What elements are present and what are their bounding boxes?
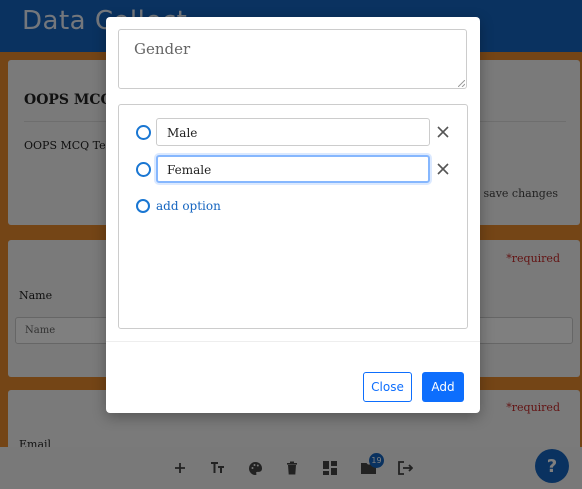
add-option-label: add option bbox=[156, 199, 221, 213]
radio-icon bbox=[136, 125, 151, 140]
option-row: Male bbox=[119, 118, 469, 147]
radio-icon bbox=[136, 199, 150, 213]
options-panel: Male Female add option bbox=[118, 104, 468, 329]
divider bbox=[106, 341, 480, 342]
resize-grip-icon[interactable] bbox=[458, 80, 465, 87]
remove-option-icon[interactable] bbox=[435, 124, 451, 140]
add-button[interactable]: Add bbox=[422, 372, 464, 402]
option-row: Female bbox=[119, 155, 469, 184]
close-button[interactable]: Close bbox=[363, 372, 412, 402]
add-question-dialog: Gender Male Female add option Close Add bbox=[106, 17, 480, 413]
question-textarea[interactable]: Gender bbox=[118, 29, 467, 89]
radio-icon bbox=[136, 162, 151, 177]
option-input[interactable]: Female bbox=[156, 155, 430, 183]
remove-option-icon[interactable] bbox=[435, 161, 451, 177]
option-input[interactable]: Male bbox=[156, 118, 430, 146]
